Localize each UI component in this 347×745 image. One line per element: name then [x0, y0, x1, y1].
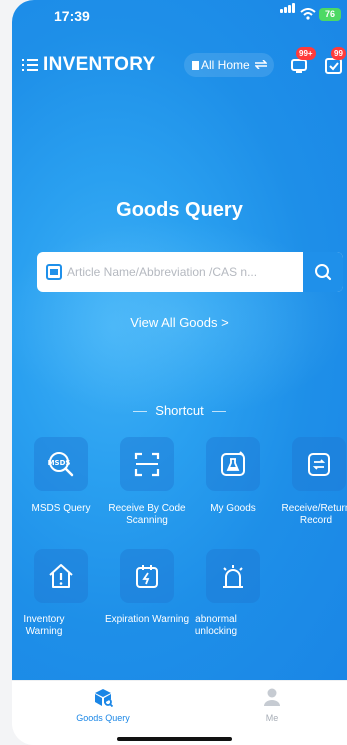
hero-background: 17:39 76 INVENTORY All Home 99+ 99 Goods…: [12, 0, 347, 680]
tab-goods-query-label: Goods Query: [76, 713, 130, 723]
abnormal-unlocking-tile[interactable]: [206, 549, 260, 603]
scan-code-icon: [134, 452, 160, 477]
task-check-icon[interactable]: 99: [325, 47, 346, 74]
goods-query-icon: [95, 689, 113, 707]
record-icon: [308, 453, 330, 476]
expiration-warning-tile[interactable]: [120, 549, 174, 603]
search-button[interactable]: [303, 252, 343, 292]
building-icon: [192, 61, 199, 70]
home-selector-button[interactable]: All Home: [184, 53, 274, 77]
wifi-icon: [300, 8, 316, 23]
view-all-goods-link[interactable]: View All Goods >: [12, 315, 347, 330]
bottom-tab-bar: Goods Query Me: [12, 680, 347, 745]
tab-me-label: Me: [265, 713, 279, 723]
abnormal-unlocking-label: abnormal unlocking: [194, 614, 238, 637]
msds-icon-text: MSDS: [48, 459, 71, 467]
inventory-warning-label: Inventory Warning: [23, 614, 65, 637]
top-bar: INVENTORY All Home 99+ 99: [12, 47, 347, 84]
search-input[interactable]: [67, 252, 307, 292]
home-indicator: [117, 737, 232, 741]
scan-icon[interactable]: [46, 264, 62, 280]
search-bar: [37, 252, 343, 292]
person-icon: [264, 688, 280, 706]
divider: [133, 411, 148, 413]
inventory-warning-tile[interactable]: [34, 549, 88, 603]
status-time: 17:39: [54, 8, 90, 24]
msds-query-label: MSDS Query: [31, 503, 91, 514]
flask-icon: [221, 451, 245, 476]
my-goods-tile[interactable]: [206, 437, 260, 491]
page-heading: Goods Query: [116, 199, 243, 221]
my-goods-label: My Goods: [210, 503, 256, 514]
search-icon: [315, 264, 332, 281]
receive-by-scan-label: Receive By Code Scanning: [108, 503, 186, 526]
notification-badge: 99+: [296, 47, 316, 60]
battery-icon: 76: [319, 8, 341, 21]
menu-icon[interactable]: [22, 58, 38, 72]
receive-return-record-label: Receive/Return Record: [281, 503, 347, 526]
alarm-icon: [223, 565, 243, 588]
calendar-warning-icon: [136, 565, 158, 588]
msds-search-icon: MSDS: [48, 452, 74, 477]
task-badge: 99: [331, 47, 346, 60]
receive-by-scan-tile[interactable]: [120, 437, 174, 491]
house-warning-icon: [49, 564, 73, 588]
status-bar: 17:39 76: [12, 0, 347, 34]
notification-bell-icon[interactable]: 99+: [290, 47, 316, 74]
tab-me[interactable]: Me: [227, 681, 317, 731]
shortcut-section-title: Shortcut: [12, 403, 347, 418]
phone-screen: 17:39 76 INVENTORY All Home 99+ 99 Goods…: [12, 0, 347, 745]
shortcut-title-label: Shortcut: [155, 403, 204, 418]
app-title: INVENTORY: [43, 54, 156, 75]
home-selector-label: All Home: [201, 58, 250, 72]
switch-icon: [254, 59, 268, 70]
divider: [211, 411, 226, 413]
receive-return-record-tile[interactable]: [292, 437, 346, 491]
msds-query-tile[interactable]: MSDS: [34, 437, 88, 491]
tab-goods-query[interactable]: Goods Query: [58, 681, 148, 731]
expiration-warning-label: Expiration Warning: [104, 614, 190, 625]
